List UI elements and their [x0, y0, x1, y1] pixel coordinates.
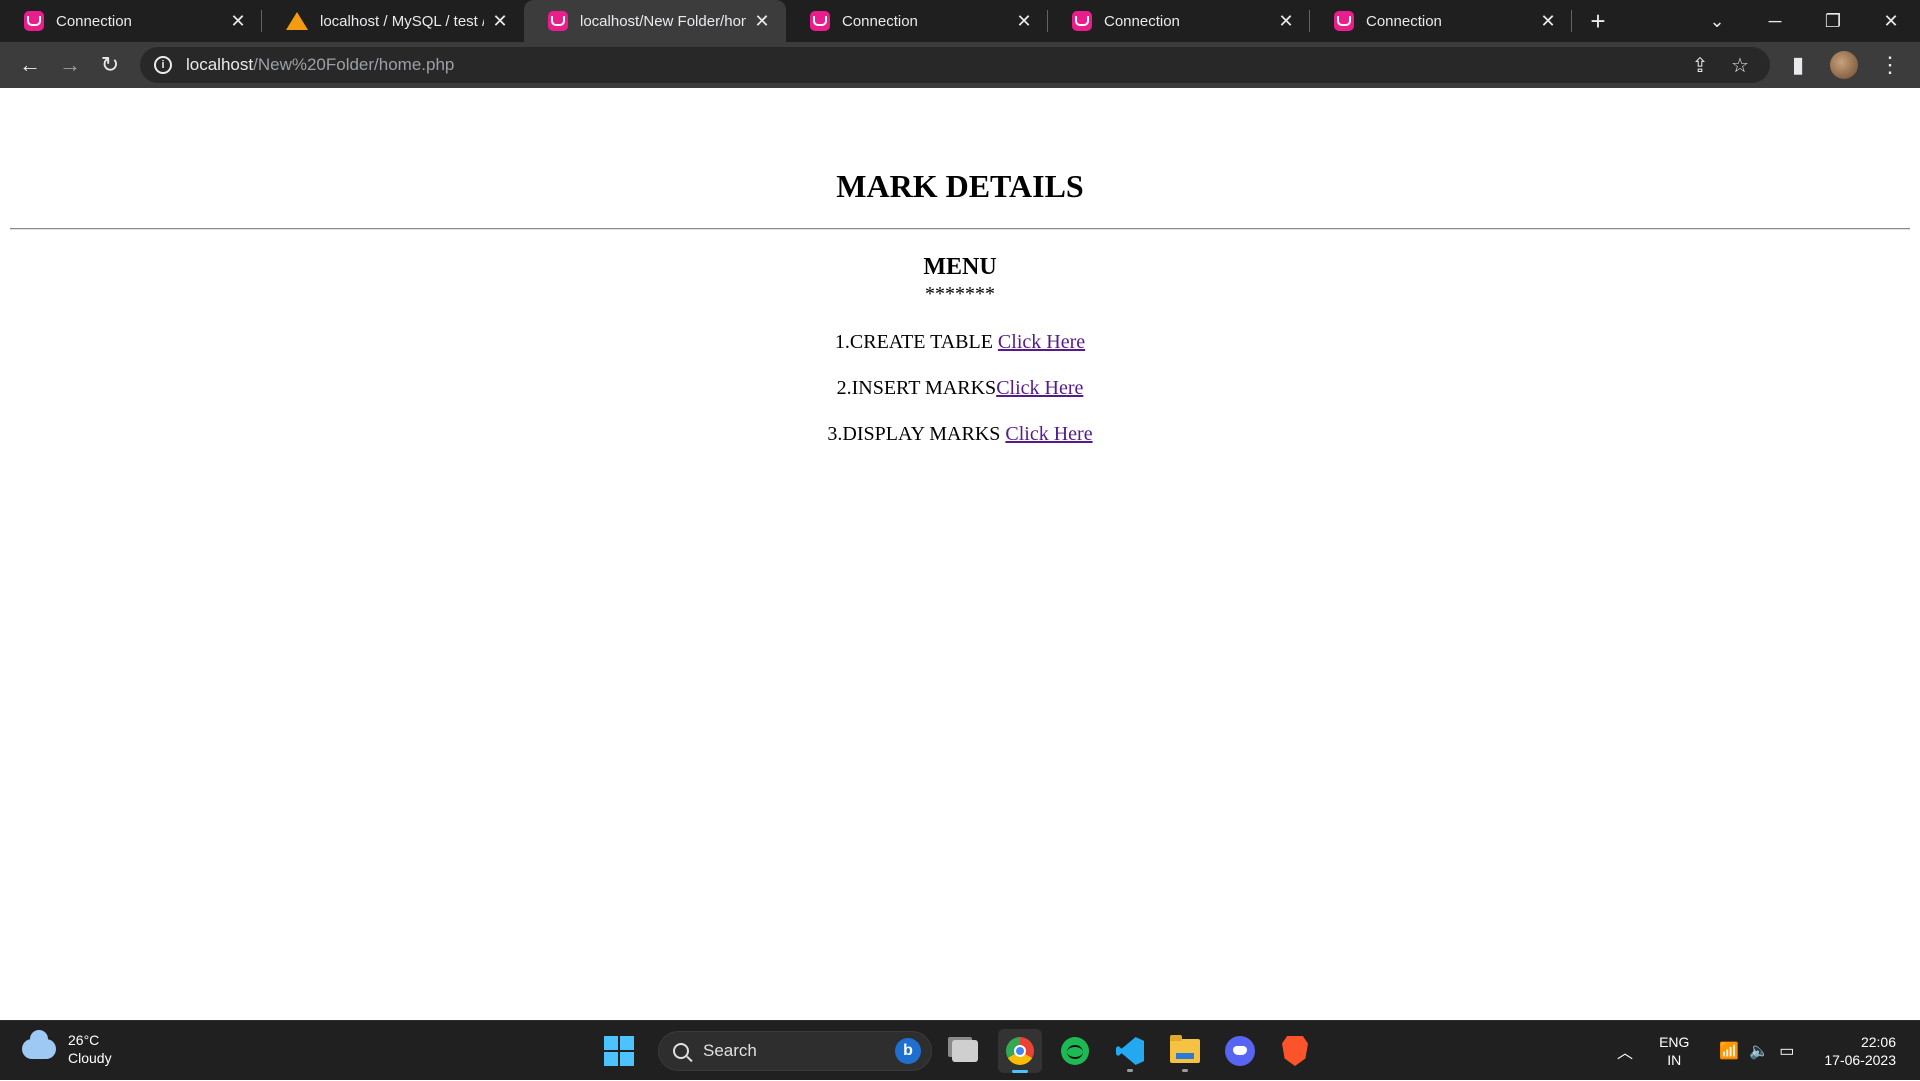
weather-condition: Cloudy [68, 1050, 112, 1066]
menu-item-insert-marks: 2.INSERT MARKSClick Here [0, 377, 1920, 400]
tab-separator [1571, 10, 1572, 32]
tab-connection-4[interactable]: Connection ✕ [1310, 0, 1572, 42]
side-panel-icon[interactable]: ▮ [1778, 47, 1818, 83]
weather-temp: 26°C [68, 1032, 100, 1048]
menu-title: MENU [923, 254, 997, 280]
chrome-taskbar-button[interactable] [998, 1029, 1042, 1073]
spotify-icon [1061, 1037, 1089, 1065]
brave-taskbar-button[interactable] [1273, 1029, 1317, 1073]
brave-icon [1282, 1036, 1308, 1066]
tab-title: localhost / MySQL / test / m [320, 12, 484, 30]
tab-connection-2[interactable]: Connection ✕ [786, 0, 1048, 42]
tab-close-icon[interactable]: ✕ [752, 11, 772, 31]
new-tab-button[interactable]: + [1578, 0, 1618, 42]
tab-connection-3[interactable]: Connection ✕ [1048, 0, 1310, 42]
spotify-taskbar-button[interactable] [1053, 1029, 1097, 1073]
profile-avatar[interactable] [1830, 51, 1858, 79]
taskbar-apps: Search b [604, 1029, 1317, 1073]
tab-phpmyadmin[interactable]: localhost / MySQL / test / m ✕ [262, 0, 524, 42]
chrome-icon [1006, 1037, 1034, 1065]
task-view-icon [952, 1040, 978, 1062]
display-marks-link[interactable]: Click Here [1005, 423, 1092, 445]
tab-title: Connection [842, 12, 918, 30]
tab-close-icon[interactable]: ✕ [1014, 11, 1034, 31]
weather-text: 26°C Cloudy [68, 1031, 112, 1067]
page-content: MARK DETAILS MENU ******* 1.CREATE TABLE… [0, 88, 1920, 1020]
insert-marks-link[interactable]: Click Here [996, 377, 1083, 399]
reload-icon[interactable]: ↻ [90, 47, 130, 83]
phpmyadmin-icon [286, 11, 308, 31]
wifi-icon[interactable]: 📶 [1719, 1041, 1739, 1061]
site-info-icon[interactable]: i [154, 56, 172, 74]
clock[interactable]: 22:06 17-06-2023 [1824, 1033, 1896, 1069]
tab-title: Connection [56, 12, 132, 30]
wamp-icon [1334, 11, 1354, 31]
menu-item-create-table: 1.CREATE TABLE Click Here [0, 331, 1920, 354]
browser-toolbar: ← → ↻ i localhost/New%20Folder/home.php … [0, 42, 1920, 88]
system-tray: ︿ ENG IN 📶 🔈 ▭ 22:06 17-06-2023 [1617, 1021, 1920, 1081]
tab-close-icon[interactable]: ✕ [228, 11, 248, 31]
menu-item-label: 1.CREATE TABLE [834, 331, 998, 353]
file-explorer-taskbar-button[interactable] [1163, 1029, 1207, 1073]
tab-strip: Connection ✕ localhost / MySQL / test / … [0, 0, 1920, 42]
tab-close-icon[interactable]: ✕ [490, 11, 510, 31]
divider [10, 228, 1910, 230]
volume-icon[interactable]: 🔈 [1749, 1041, 1769, 1061]
wamp-icon [24, 11, 44, 31]
share-icon[interactable]: ⇪ [1680, 50, 1720, 80]
search-label: Search [703, 1041, 757, 1060]
clock-time: 22:06 [1860, 1034, 1896, 1050]
language-indicator[interactable]: ENG IN [1659, 1033, 1689, 1069]
file-explorer-icon [1170, 1035, 1200, 1063]
discord-icon [1225, 1036, 1255, 1066]
running-indicator [1182, 1069, 1188, 1072]
tab-title: Connection [1366, 12, 1442, 30]
window-controls: ⌄ ─ ❐ ✕ [1688, 0, 1920, 42]
active-indicator [1012, 1070, 1028, 1073]
menu-item-display-marks: 3.DISPLAY MARKS Click Here [0, 423, 1920, 446]
discord-taskbar-button[interactable] [1218, 1029, 1262, 1073]
tab-title: localhost/New Folder/home [580, 12, 746, 30]
wamp-icon [548, 11, 568, 31]
restore-icon[interactable]: ❐ [1804, 0, 1862, 42]
tab-close-icon[interactable]: ✕ [1276, 11, 1296, 31]
weather-widget[interactable]: 26°C Cloudy [22, 1030, 112, 1067]
menu-item-label: 3.DISPLAY MARKS [827, 423, 1006, 445]
tab-search-chevron-icon[interactable]: ⌄ [1688, 0, 1746, 42]
tab-close-icon[interactable]: ✕ [1538, 11, 1558, 31]
forward-arrow-icon[interactable]: → [50, 47, 90, 83]
task-view-button[interactable] [943, 1029, 987, 1073]
language-code: ENG [1659, 1034, 1690, 1050]
search-icon [673, 1043, 689, 1059]
taskbar: 26°C Cloudy Search b ︿ ENG IN 📶 🔈 ▭ 22:0… [0, 1020, 1920, 1080]
show-hidden-icons-chevron-icon[interactable]: ︿ [1617, 1039, 1633, 1063]
url-host: localhost [186, 55, 254, 74]
wamp-icon [810, 11, 830, 31]
bookmark-star-icon[interactable]: ☆ [1720, 50, 1760, 80]
url-path: /New%20Folder/home.php [253, 55, 455, 74]
running-indicator [1127, 1069, 1133, 1072]
close-window-icon[interactable]: ✕ [1862, 0, 1920, 42]
tab-home-active[interactable]: localhost/New Folder/home ✕ [524, 0, 786, 42]
region-code: IN [1667, 1052, 1682, 1068]
bing-icon[interactable]: b [895, 1038, 921, 1064]
tab-title: Connection [1104, 12, 1180, 30]
page-title: MARK DETAILS [836, 168, 1084, 204]
windows-start-icon[interactable] [604, 1036, 634, 1066]
create-table-link[interactable]: Click Here [998, 331, 1085, 353]
battery-icon[interactable]: ▭ [1779, 1041, 1794, 1061]
menu-stars: ******* [925, 283, 995, 305]
cloud-icon [22, 1030, 56, 1059]
minimize-icon[interactable]: ─ [1746, 0, 1804, 42]
menu-kebab-icon[interactable]: ⋮ [1870, 47, 1910, 83]
back-arrow-icon[interactable]: ← [10, 47, 50, 83]
address-bar[interactable]: i localhost/New%20Folder/home.php ⇪ ☆ [140, 47, 1770, 83]
tab-connection-1[interactable]: Connection ✕ [0, 0, 262, 42]
clock-date: 17-06-2023 [1824, 1052, 1896, 1068]
taskbar-search[interactable]: Search b [658, 1031, 932, 1071]
wamp-icon [1072, 11, 1092, 31]
vscode-icon [1116, 1037, 1144, 1065]
menu-item-label: 2.INSERT MARKS [836, 377, 997, 399]
vscode-taskbar-button[interactable] [1108, 1029, 1152, 1073]
